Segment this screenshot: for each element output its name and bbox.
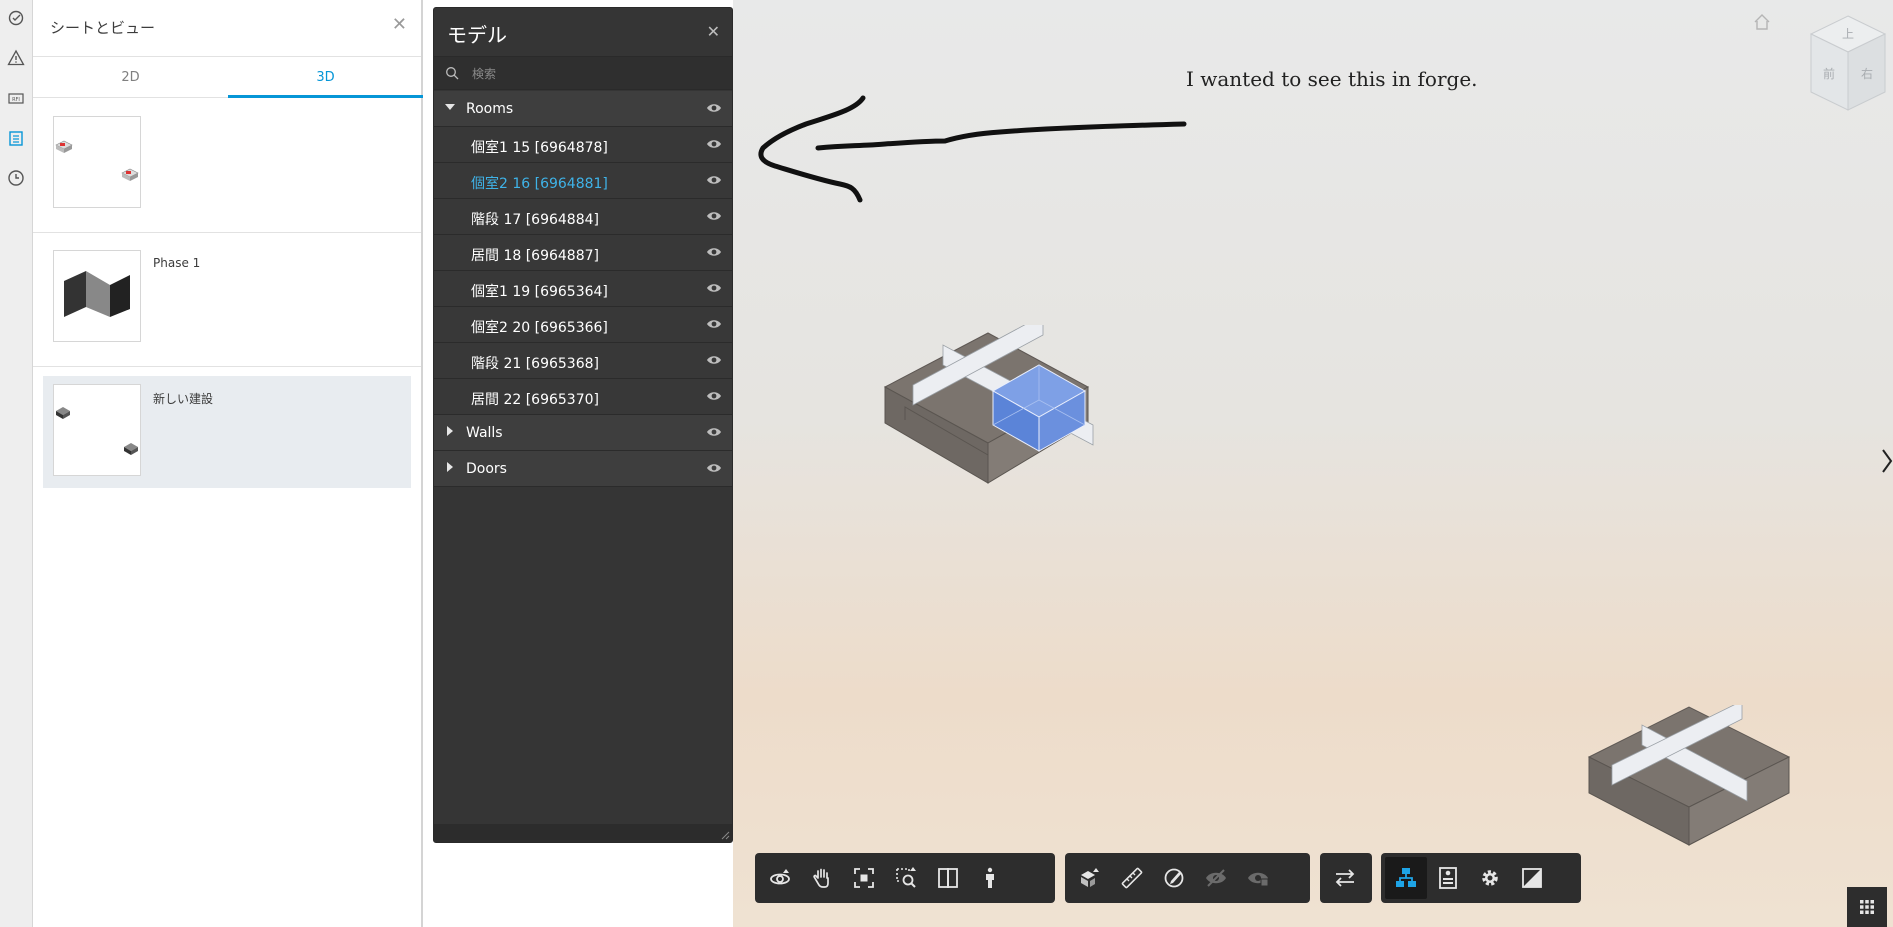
tree-item-room[interactable]: 階段 21 [6965368] bbox=[434, 343, 732, 379]
tree-group-label: Rooms bbox=[466, 101, 514, 117]
sheets-panel-title: シートとビュー bbox=[50, 19, 156, 37]
svg-text:RFI: RFI bbox=[12, 97, 20, 103]
model-browser-close-button[interactable]: ✕ bbox=[707, 22, 720, 41]
panels-toolbar bbox=[1381, 853, 1581, 903]
caret-right-icon[interactable] bbox=[447, 426, 453, 436]
explode-icon[interactable] bbox=[1069, 857, 1111, 899]
isolate-icon bbox=[1237, 857, 1279, 899]
tree-item-label: 居間 22 [6965370] bbox=[471, 392, 599, 408]
tree-item-room-selected[interactable]: 個室2 16 [6964881] bbox=[434, 163, 732, 199]
tree-group-rooms[interactable]: Rooms bbox=[434, 91, 732, 127]
markup-icon[interactable] bbox=[1153, 857, 1195, 899]
caret-right-icon[interactable] bbox=[447, 462, 453, 472]
view-thumbnail bbox=[53, 116, 141, 208]
tree-item-label: 個室1 15 [6964878] bbox=[471, 140, 608, 156]
home-icon[interactable] bbox=[1752, 12, 1772, 32]
sheets-views-panel: シートとビュー ✕ 2D 3D Phase 1 新しい建設 bbox=[33, 0, 423, 927]
tree-group-doors[interactable]: Doors bbox=[434, 451, 732, 487]
settings-icon[interactable] bbox=[1469, 857, 1511, 899]
compare-toolbar bbox=[1320, 853, 1372, 903]
eye-icon[interactable] bbox=[706, 282, 722, 294]
model-search-input[interactable] bbox=[472, 63, 712, 85]
properties-icon[interactable] bbox=[1427, 857, 1469, 899]
eye-icon[interactable] bbox=[706, 210, 722, 222]
sheets-close-button[interactable]: ✕ bbox=[392, 14, 407, 35]
tree-group-label: Doors bbox=[466, 461, 507, 477]
tree-item-room[interactable]: 居間 18 [6964887] bbox=[434, 235, 732, 271]
view-tabs: 2D 3D bbox=[33, 57, 423, 98]
annotation-text: I wanted to see this in forge. bbox=[1186, 67, 1478, 91]
measure-icon[interactable] bbox=[1111, 857, 1153, 899]
model-search-bar bbox=[434, 56, 732, 90]
navigation-toolbar bbox=[755, 853, 1055, 903]
view-thumbnail bbox=[53, 384, 141, 476]
model-browser-panel: モデル ✕ Rooms 個室1 15 [6964878] 個室2 16 [696… bbox=[433, 7, 733, 843]
tree-item-label: 個室2 16 [6964881] bbox=[471, 176, 608, 192]
building-model[interactable] bbox=[883, 325, 1123, 495]
divider bbox=[33, 366, 421, 367]
svg-text:前: 前 bbox=[1823, 66, 1835, 81]
tree-group-walls[interactable]: Walls bbox=[434, 415, 732, 451]
tab-2d[interactable]: 2D bbox=[33, 57, 228, 98]
search-icon bbox=[446, 67, 459, 80]
fit-view-icon[interactable] bbox=[843, 857, 885, 899]
hide-icon bbox=[1195, 857, 1237, 899]
apps-grid-button[interactable] bbox=[1847, 887, 1887, 927]
checklist-icon[interactable] bbox=[3, 5, 29, 31]
eye-icon[interactable] bbox=[706, 102, 722, 114]
eye-icon[interactable] bbox=[706, 174, 722, 186]
grid-icon bbox=[1860, 900, 1874, 914]
view-item-new-construction[interactable]: 新しい建設 bbox=[43, 376, 411, 488]
rfi-icon[interactable]: RFI bbox=[3, 85, 29, 111]
building-model-2 bbox=[1587, 705, 1791, 846]
clock-icon[interactable] bbox=[3, 165, 29, 191]
divider bbox=[33, 232, 421, 233]
svg-text:右: 右 bbox=[1861, 66, 1873, 81]
resize-handle[interactable] bbox=[434, 824, 732, 842]
caret-down-icon[interactable] bbox=[445, 104, 455, 110]
chevron-right-icon[interactable] bbox=[1881, 448, 1893, 474]
tree-group-label: Walls bbox=[466, 425, 503, 441]
section-icon[interactable] bbox=[927, 857, 969, 899]
view-label: 新しい建設 bbox=[153, 392, 214, 406]
eye-icon[interactable] bbox=[706, 246, 722, 258]
compare-icon[interactable] bbox=[1324, 857, 1366, 899]
sheets-icon[interactable] bbox=[3, 125, 29, 151]
first-person-icon[interactable] bbox=[969, 857, 1011, 899]
model-browser-icon[interactable] bbox=[1385, 857, 1427, 899]
eye-icon[interactable] bbox=[706, 318, 722, 330]
orbit-icon[interactable] bbox=[759, 857, 801, 899]
model-tools-toolbar bbox=[1065, 853, 1310, 903]
tree-item-room[interactable]: 個室1 15 [6964878] bbox=[434, 127, 732, 163]
annotation-arrow bbox=[758, 95, 1187, 203]
tree-item-label: 居間 18 [6964887] bbox=[471, 248, 599, 264]
tree-item-label: 階段 17 [6964884] bbox=[471, 212, 599, 228]
pan-icon[interactable] bbox=[801, 857, 843, 899]
view-thumbnail bbox=[53, 250, 141, 342]
left-icon-rail: RFI bbox=[0, 0, 33, 927]
eye-icon[interactable] bbox=[706, 462, 722, 474]
tree-item-room[interactable]: 個室1 19 [6965364] bbox=[434, 271, 732, 307]
tree-item-room[interactable]: 個室2 20 [6965366] bbox=[434, 307, 732, 343]
zoom-window-icon[interactable] bbox=[885, 857, 927, 899]
svg-text:上: 上 bbox=[1842, 27, 1854, 41]
model-browser-title: モデル bbox=[447, 23, 507, 47]
tree-item-room[interactable]: 階段 17 [6964884] bbox=[434, 199, 732, 235]
eye-icon[interactable] bbox=[706, 138, 722, 150]
tree-item-label: 個室2 20 [6965366] bbox=[471, 320, 608, 336]
eye-icon[interactable] bbox=[706, 390, 722, 402]
tree-item-room[interactable]: 居間 22 [6965370] bbox=[434, 379, 732, 415]
tree-item-label: 個室1 19 [6965364] bbox=[471, 284, 608, 300]
eye-icon[interactable] bbox=[706, 426, 722, 438]
eye-icon[interactable] bbox=[706, 354, 722, 366]
tree-item-label: 階段 21 [6965368] bbox=[471, 356, 599, 372]
view-item-1[interactable] bbox=[43, 108, 411, 220]
view-label: Phase 1 bbox=[153, 256, 201, 270]
sheets-panel-header: シートとビュー ✕ bbox=[33, 0, 421, 57]
warning-icon[interactable] bbox=[3, 45, 29, 71]
view-item-phase-1[interactable]: Phase 1 bbox=[43, 242, 411, 354]
fullscreen-icon[interactable] bbox=[1511, 857, 1553, 899]
tab-3d[interactable]: 3D bbox=[228, 57, 423, 98]
view-cube[interactable]: 上 前 右 bbox=[1805, 12, 1891, 116]
